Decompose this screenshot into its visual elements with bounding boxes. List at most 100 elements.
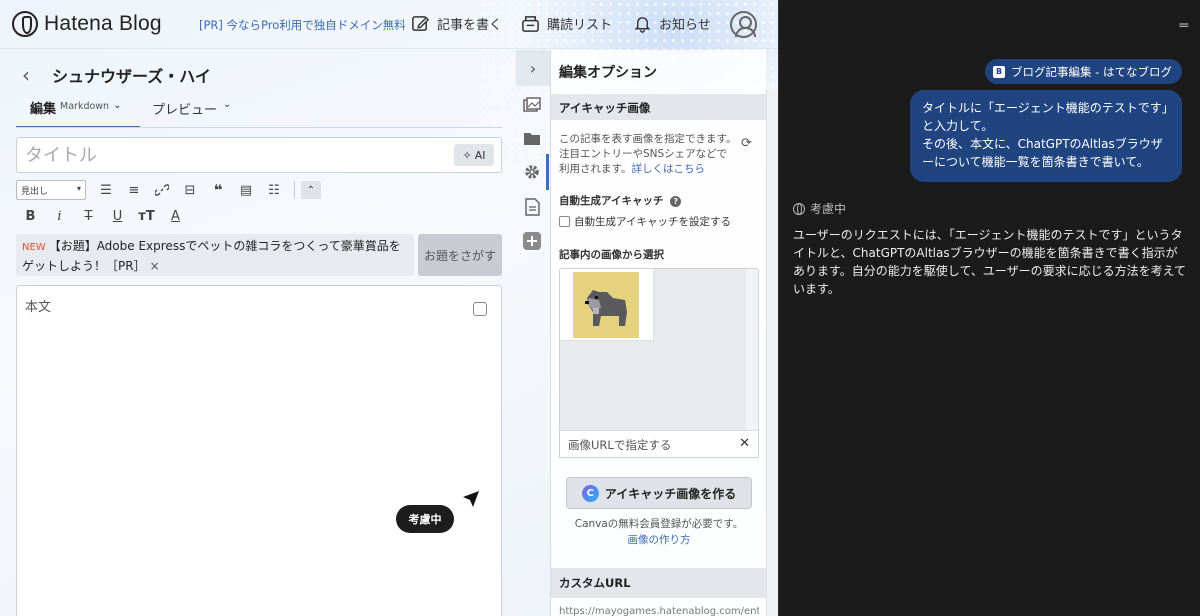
bell-icon	[632, 13, 652, 33]
active-indicator	[546, 154, 549, 190]
tab-edit[interactable]: 編集 Markdown ⌄	[16, 98, 140, 128]
text-color-icon[interactable]: A	[161, 206, 190, 226]
more-icon[interactable]: ☷	[260, 180, 288, 200]
edit-options-panel: 編集オプション アイキャッチ画像 この記事を表す画像を指定できます。注目エントリ…	[550, 50, 767, 616]
write-article-button[interactable]: 記事を書く	[410, 13, 502, 33]
canva-logo-icon: C	[581, 484, 599, 502]
create-eyecatch-button[interactable]: C アイキャッチ画像を作る	[566, 477, 752, 509]
hatena-favicon-icon: B	[993, 65, 1006, 78]
refresh-icon[interactable]: ⟳	[741, 136, 752, 151]
image-thumbnail[interactable]	[560, 269, 654, 341]
plus-icon[interactable]	[522, 231, 542, 251]
assistant-reply: ユーザーのリクエストには、「エージェント機能のテストです」というタイトルと、Ch…	[793, 228, 1187, 296]
close-icon[interactable]: ✕	[739, 436, 750, 451]
tab-edit-mode: Markdown	[60, 101, 110, 112]
topic-text: 【お題】Adobe Expressでペットの雑コラをつくって豪華賞品をゲットしよ…	[22, 239, 401, 273]
font-size-icon[interactable]: ᴛT	[132, 206, 161, 226]
user-message: タイトルに「エージェント機能のテストです」と入力して。 その後、本文に、Chat…	[910, 90, 1182, 182]
auto-eyecatch-checkbox[interactable]: 自動生成アイキャッチを設定する	[559, 214, 731, 229]
topic-banner[interactable]: NEW 【お題】Adobe Expressでペットの雑コラをつくって豪華賞品をゲッ…	[16, 234, 414, 276]
chevron-right-icon[interactable]: ›	[516, 50, 550, 86]
cursor-arrow-icon	[462, 490, 480, 511]
learn-more-link[interactable]: 詳しくはこちら	[631, 163, 705, 175]
help-icon[interactable]: ?	[670, 196, 682, 207]
hatena-logo[interactable]: Hatena Blog	[12, 11, 162, 37]
reading-list-button[interactable]: 購読リスト	[520, 13, 612, 33]
toolbar-divider	[294, 181, 295, 199]
logo-text: Hatena Blog	[44, 12, 162, 35]
bullet-list-icon[interactable]: ☰	[92, 180, 120, 200]
folder-icon[interactable]	[522, 128, 542, 148]
tab-divider	[16, 127, 502, 128]
schnauzer-image	[573, 272, 639, 338]
top-header: Hatena Blog [PR] 今ならPro利用で独自ドメイン無料 記事を書く…	[0, 0, 778, 49]
find-topic-button[interactable]: お題をさがす	[418, 234, 502, 276]
hatena-editor-app: Hatena Blog [PR] 今ならPro利用で独自ドメイン無料 記事を書く…	[0, 0, 778, 616]
eyecatch-section-head: アイキャッチ画像	[551, 94, 767, 120]
blog-name: シュナウザーズ・ハイ	[52, 67, 211, 86]
title-input[interactable]	[25, 144, 445, 166]
topic-text-wrap: NEW 【お題】Adobe Expressでペットの雑コラをつくって豪華賞品をゲッ…	[22, 237, 408, 275]
numbered-list-icon[interactable]: ≡	[120, 180, 148, 200]
sparkle-icon: ✧	[462, 148, 472, 162]
thinking-label: 考慮中	[810, 202, 847, 216]
custom-url-value[interactable]: https://mayogames.hatenablog.com/ent	[559, 606, 759, 616]
link-icon[interactable]	[148, 180, 176, 200]
format-toolbar-row1: 見出し ☰ ≡ ⊟ ❝ ▤ ☷ ⌃	[16, 180, 321, 200]
edit-pencil-icon	[410, 13, 430, 33]
canva-note: Canvaの無料会員登録が必要です。	[574, 518, 744, 530]
collapse-toolbar-icon[interactable]: ⌃	[301, 181, 321, 199]
italic-icon[interactable]: i	[45, 206, 74, 226]
panel-scrollbar[interactable]	[766, 90, 778, 616]
underline-icon[interactable]: U	[103, 206, 132, 226]
menu-icon[interactable]: ═	[1180, 18, 1188, 34]
create-eyecatch-label: アイキャッチ画像を作る	[604, 486, 737, 501]
quote-icon[interactable]: ❝	[204, 180, 232, 200]
globe-icon	[793, 202, 805, 215]
image-gallery-icon[interactable]	[522, 95, 542, 115]
auto-eyecatch-head: 自動生成アイキャッチ ?	[559, 193, 682, 208]
user-message-line2: その後、本文に、ChatGPTのAltlasブラウザーについて機能一覧を箇条書き…	[922, 137, 1163, 169]
checkbox[interactable]	[559, 216, 570, 227]
copy-icon[interactable]	[473, 302, 487, 316]
custom-url-head: カスタムURL	[551, 568, 767, 598]
ai-button[interactable]: ✧ AI	[454, 144, 494, 166]
how-to-link[interactable]: 画像の作り方	[551, 532, 767, 547]
strikethrough-icon[interactable]: T	[74, 206, 103, 226]
pr-link[interactable]: [PR] 今ならPro利用で独自ドメイン無料	[199, 17, 406, 33]
auto-eyecatch-head-text: 自動生成アイキャッチ	[559, 195, 664, 207]
table-icon[interactable]: ▤	[232, 180, 260, 200]
user-avatar-icon[interactable]	[730, 11, 757, 38]
tab-preview-label: プレビュー	[152, 103, 218, 118]
pick-image-head: 記事内の画像から選択	[559, 249, 664, 261]
user-message-line1: タイトルに「エージェント機能のテストです」と入力して。	[922, 101, 1168, 133]
chevron-down-icon: ⌄	[223, 99, 232, 110]
new-badge: NEW	[22, 242, 46, 253]
horizontal-rule-icon[interactable]: ⊟	[176, 180, 204, 200]
auto-eyecatch-label: 自動生成アイキャッチを設定する	[574, 216, 731, 228]
tab-context-chip[interactable]: B ブログ記事編集 - はてなブログ	[985, 59, 1182, 84]
tab-edit-label: 編集	[30, 102, 57, 117]
tab-preview[interactable]: プレビュー ⌄	[152, 99, 231, 118]
chevron-down-icon: ⌄	[113, 100, 122, 111]
write-article-label: 記事を書く	[437, 17, 503, 33]
gear-icon[interactable]	[522, 162, 542, 182]
hatena-pen-icon	[12, 11, 38, 37]
image-url-label: 画像URLで指定する	[568, 438, 672, 452]
options-title: 編集オプション	[559, 65, 657, 81]
heading-select[interactable]: 見出し	[16, 180, 86, 200]
reading-list-label: 購読リスト	[547, 17, 613, 33]
reading-list-icon	[520, 13, 540, 33]
thinking-status[interactable]: 考慮中	[793, 200, 846, 217]
eyecatch-description: この記事を表す画像を指定できます。注目エントリーやSNSシェアなどで利用されます…	[559, 132, 737, 177]
bold-icon[interactable]: B	[16, 206, 45, 226]
title-field: ✧ AI	[16, 137, 502, 173]
body-placeholder: 本文	[25, 300, 52, 315]
back-chevron-icon[interactable]: ‹	[22, 63, 30, 87]
notifications-button[interactable]: お知らせ	[632, 13, 711, 33]
ai-label: AI	[474, 148, 486, 162]
body-editor[interactable]: 本文	[16, 285, 502, 616]
image-url-field[interactable]: 画像URLで指定する ✕	[559, 430, 759, 458]
document-icon[interactable]	[522, 197, 542, 217]
topic-close-icon[interactable]: ×	[150, 259, 160, 273]
